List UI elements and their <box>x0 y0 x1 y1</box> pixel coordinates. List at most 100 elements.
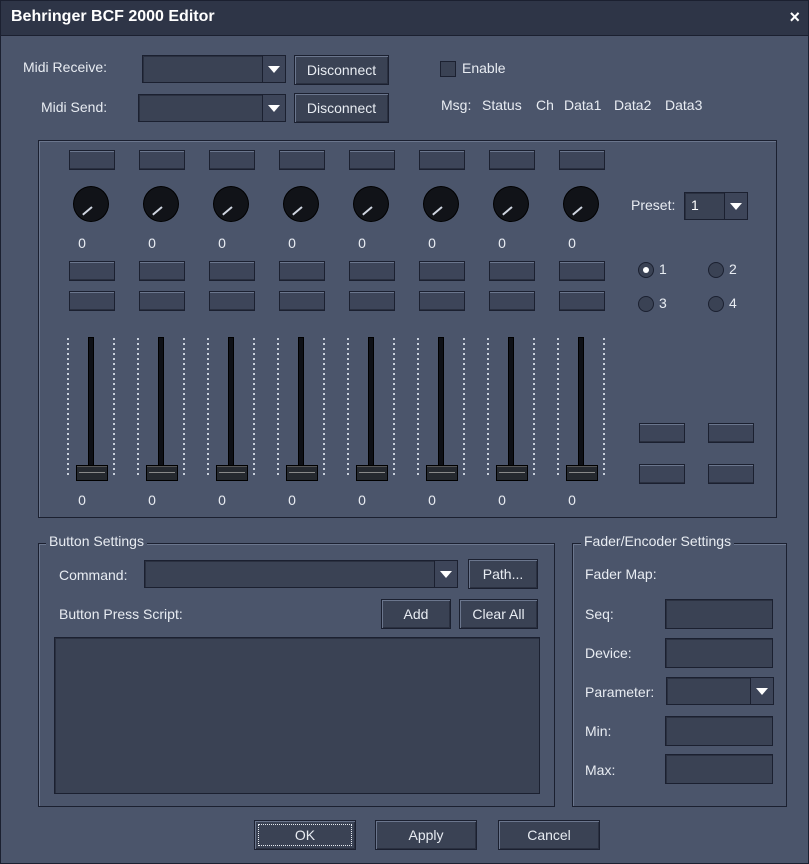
select-button-b-2[interactable] <box>139 291 185 311</box>
layer-radio-1[interactable] <box>638 262 654 278</box>
fader-handle-7[interactable] <box>496 465 528 481</box>
midi-receive-select[interactable] <box>142 55 286 83</box>
fader-track-7[interactable] <box>508 337 514 477</box>
encoder-push-button-4[interactable] <box>279 150 325 170</box>
fader-scale-left-5 <box>347 338 349 476</box>
select-button-a-6[interactable] <box>419 261 465 281</box>
close-icon[interactable]: × <box>789 7 800 28</box>
fader-handle-6[interactable] <box>426 465 458 481</box>
msg-status-header: Status <box>482 97 522 113</box>
fader-track-3[interactable] <box>228 337 234 477</box>
add-button[interactable]: Add <box>381 599 451 629</box>
encoder-knob-5[interactable] <box>354 187 388 221</box>
select-button-b-7[interactable] <box>489 291 535 311</box>
msg-label: Msg: <box>441 97 472 113</box>
layer-radio-3[interactable] <box>638 296 654 312</box>
fader-handle-8[interactable] <box>566 465 598 481</box>
enable-checkbox[interactable] <box>440 61 456 77</box>
ok-button[interactable]: OK <box>254 820 356 850</box>
select-button-b-6[interactable] <box>419 291 465 311</box>
min-label: Min: <box>585 723 612 739</box>
select-button-b-1[interactable] <box>69 291 115 311</box>
select-button-a-3[interactable] <box>209 261 255 281</box>
fader-value-7: 0 <box>498 492 506 508</box>
select-button-b-3[interactable] <box>209 291 255 311</box>
encoder-push-button-7[interactable] <box>489 150 535 170</box>
editor-window: Behringer BCF 2000 Editor × Midi Receive… <box>0 0 809 864</box>
fader-scale-left-4 <box>277 338 279 476</box>
min-field[interactable] <box>665 716 773 746</box>
user-button-4[interactable] <box>708 464 754 484</box>
chevron-down-icon[interactable] <box>262 56 285 82</box>
select-button-a-4[interactable] <box>279 261 325 281</box>
fader-value-4: 0 <box>288 492 296 508</box>
cancel-button[interactable]: Cancel <box>498 820 600 850</box>
button-press-script-textarea[interactable] <box>54 637 540 794</box>
fader-handle-5[interactable] <box>356 465 388 481</box>
fader-track-6[interactable] <box>438 337 444 477</box>
select-button-a-2[interactable] <box>139 261 185 281</box>
disconnect-send-button[interactable]: Disconnect <box>294 93 389 123</box>
chevron-down-icon[interactable] <box>724 193 747 219</box>
encoder-push-button-8[interactable] <box>559 150 605 170</box>
midi-send-select[interactable] <box>138 94 286 122</box>
select-button-a-7[interactable] <box>489 261 535 281</box>
select-button-b-4[interactable] <box>279 291 325 311</box>
chevron-down-icon[interactable] <box>434 561 457 587</box>
max-field[interactable] <box>665 754 773 784</box>
fader-handle-4[interactable] <box>286 465 318 481</box>
encoder-knob-2[interactable] <box>144 187 178 221</box>
fader-scale-right-7 <box>533 338 535 476</box>
encoder-push-button-1[interactable] <box>69 150 115 170</box>
seq-field[interactable] <box>665 599 773 629</box>
disconnect-receive-button[interactable]: Disconnect <box>294 55 389 85</box>
encoder-push-button-6[interactable] <box>419 150 465 170</box>
encoder-knob-4[interactable] <box>284 187 318 221</box>
fader-handle-2[interactable] <box>146 465 178 481</box>
encoder-knob-8[interactable] <box>564 187 598 221</box>
chevron-down-icon[interactable] <box>262 95 285 121</box>
clear-all-button[interactable]: Clear All <box>459 599 538 629</box>
fader-track-8[interactable] <box>578 337 584 477</box>
select-button-a-5[interactable] <box>349 261 395 281</box>
fader-handle-1[interactable] <box>76 465 108 481</box>
path-button[interactable]: Path... <box>468 559 538 589</box>
encoder-push-button-2[interactable] <box>139 150 185 170</box>
select-button-b-8[interactable] <box>559 291 605 311</box>
apply-button[interactable]: Apply <box>375 820 477 850</box>
device-field[interactable] <box>665 638 773 668</box>
fader-value-5: 0 <box>358 492 366 508</box>
encoder-knob-1[interactable] <box>74 187 108 221</box>
encoder-value-3: 0 <box>218 235 226 251</box>
encoder-push-button-5[interactable] <box>349 150 395 170</box>
command-select[interactable] <box>144 560 458 588</box>
command-label: Command: <box>59 567 128 583</box>
layer-radio-4[interactable] <box>708 296 724 312</box>
msg-data3-header: Data3 <box>665 97 703 113</box>
select-button-a-1[interactable] <box>69 261 115 281</box>
fader-track-4[interactable] <box>298 337 304 477</box>
parameter-select[interactable] <box>666 677 774 705</box>
select-button-b-5[interactable] <box>349 291 395 311</box>
encoder-value-7: 0 <box>498 235 506 251</box>
encoder-knob-7[interactable] <box>494 187 528 221</box>
fader-value-6: 0 <box>428 492 436 508</box>
title-bar[interactable]: Behringer BCF 2000 Editor × <box>1 1 808 36</box>
controller-panel: 0 0 0 0 0 0 0 0 0 0 0 0 0 0 0 0 Preset: 1 1 2 3 4 <box>38 140 777 518</box>
encoder-push-button-3[interactable] <box>209 150 255 170</box>
user-button-3[interactable] <box>639 464 685 484</box>
user-button-1[interactable] <box>639 423 685 443</box>
layer-radio-2[interactable] <box>708 262 724 278</box>
fader-track-2[interactable] <box>158 337 164 477</box>
preset-select[interactable]: 1 <box>684 192 748 220</box>
msg-data1-header: Data1 <box>564 97 602 113</box>
fader-track-1[interactable] <box>88 337 94 477</box>
user-button-2[interactable] <box>708 423 754 443</box>
chevron-down-icon[interactable] <box>750 678 773 704</box>
fader-track-5[interactable] <box>368 337 374 477</box>
layer-label-1: 1 <box>659 261 667 277</box>
encoder-knob-6[interactable] <box>424 187 458 221</box>
fader-handle-3[interactable] <box>216 465 248 481</box>
encoder-knob-3[interactable] <box>214 187 248 221</box>
select-button-a-8[interactable] <box>559 261 605 281</box>
